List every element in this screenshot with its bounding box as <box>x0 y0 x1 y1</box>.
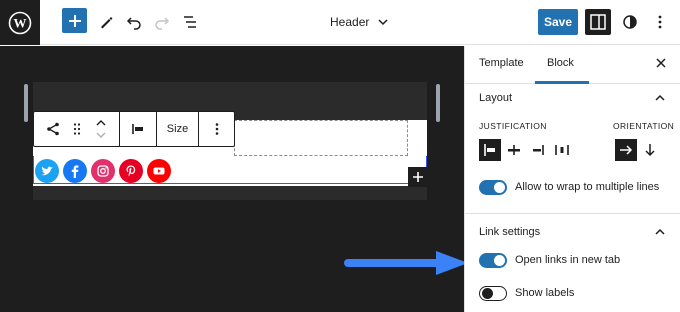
settings-sidebar: Template Block Layout JUSTIFICATION ORIE… <box>464 46 680 312</box>
options-button[interactable] <box>646 8 674 36</box>
more-vertical-icon <box>658 15 662 29</box>
size-button[interactable]: Size <box>157 112 199 146</box>
block-options-button[interactable] <box>199 112 234 146</box>
undo-button[interactable] <box>120 8 148 36</box>
justify-left-button[interactable] <box>479 139 501 161</box>
block-toolbar: Size <box>33 111 235 147</box>
add-block-button[interactable] <box>62 8 87 33</box>
document-title: Header <box>330 15 370 29</box>
justification-label: JUSTIFICATION <box>479 121 547 131</box>
arrow-down-icon <box>645 144 655 157</box>
move-up-down-icon[interactable] <box>95 118 107 140</box>
link-settings-section-title[interactable]: Link settings <box>479 226 540 238</box>
save-button[interactable]: Save <box>538 9 578 35</box>
settings-sidebar-toggle[interactable] <box>584 8 612 36</box>
chevron-up-icon[interactable] <box>654 92 666 104</box>
justify-left-icon <box>132 124 143 134</box>
top-toolbar: W Header Save <box>0 0 680 45</box>
chevron-down-icon <box>378 19 388 26</box>
active-tab-indicator <box>535 81 589 84</box>
justify-left-icon <box>484 144 495 156</box>
twitter-icon[interactable] <box>35 159 59 183</box>
share-icon[interactable] <box>46 122 60 136</box>
wordpress-logo-icon: W <box>8 11 32 34</box>
open-new-tab-toggle[interactable] <box>479 253 507 268</box>
tab-template[interactable]: Template <box>479 57 524 69</box>
more-vertical-icon <box>215 123 218 135</box>
justify-space-between-icon <box>555 145 569 155</box>
styles-button[interactable] <box>616 8 644 36</box>
pinterest-icon[interactable] <box>119 159 143 183</box>
open-new-tab-label: Open links in new tab <box>515 254 621 266</box>
show-labels-label: Show labels <box>515 287 575 299</box>
section-divider <box>465 213 680 214</box>
annotation-arrow-icon <box>344 251 468 275</box>
size-label: Size <box>166 123 189 135</box>
document-title-dropdown[interactable]: Header <box>330 13 389 31</box>
contrast-icon <box>623 15 637 29</box>
justification-toolbar-button[interactable] <box>120 112 157 146</box>
orientation-horizontal-button[interactable] <box>615 139 637 161</box>
drag-handle-icon[interactable] <box>72 122 82 136</box>
plus-icon <box>68 14 81 27</box>
wordpress-logo[interactable]: W <box>0 0 40 45</box>
justify-center-icon <box>508 145 520 155</box>
list-view-icon <box>184 16 196 28</box>
pen-icon <box>101 17 113 29</box>
youtube-icon[interactable] <box>147 159 171 183</box>
justification-control <box>479 139 573 161</box>
block-parent-controls <box>34 112 120 146</box>
redo-button[interactable] <box>148 8 176 36</box>
facebook-icon[interactable] <box>63 159 87 183</box>
resize-handle-right[interactable] <box>436 84 440 122</box>
instagram-icon[interactable] <box>91 159 115 183</box>
close-sidebar-button[interactable] <box>655 56 667 72</box>
show-labels-toggle[interactable] <box>479 286 507 301</box>
justify-right-button[interactable] <box>527 139 549 161</box>
tab-block[interactable]: Block <box>547 57 574 69</box>
orientation-vertical-button[interactable] <box>639 139 661 161</box>
orientation-control <box>615 139 661 161</box>
chevron-up-icon[interactable] <box>654 226 666 238</box>
undo-icon <box>126 17 141 30</box>
wrap-toggle-label: Allow to wrap to multiple lines <box>515 181 660 193</box>
close-icon <box>656 58 666 68</box>
tools-button[interactable] <box>92 8 120 36</box>
layout-section-title[interactable]: Layout <box>479 92 512 104</box>
justify-center-button[interactable] <box>503 139 525 161</box>
plus-icon <box>413 172 423 182</box>
resize-handle-left[interactable] <box>24 84 28 122</box>
justify-right-icon <box>533 145 544 155</box>
orientation-label: ORIENTATION <box>613 121 675 131</box>
wrap-toggle[interactable] <box>479 180 507 195</box>
redo-icon <box>155 17 170 30</box>
arrow-right-icon <box>620 145 633 155</box>
sidebar-tabs: Template Block <box>465 46 680 84</box>
empty-block-placeholder[interactable] <box>234 120 408 156</box>
sidebar-toggle-icon <box>585 9 611 35</box>
svg-text:W: W <box>14 15 27 30</box>
justify-space-between-button[interactable] <box>551 139 573 161</box>
block-appender-button[interactable] <box>408 167 428 187</box>
list-view-button[interactable] <box>176 8 204 36</box>
